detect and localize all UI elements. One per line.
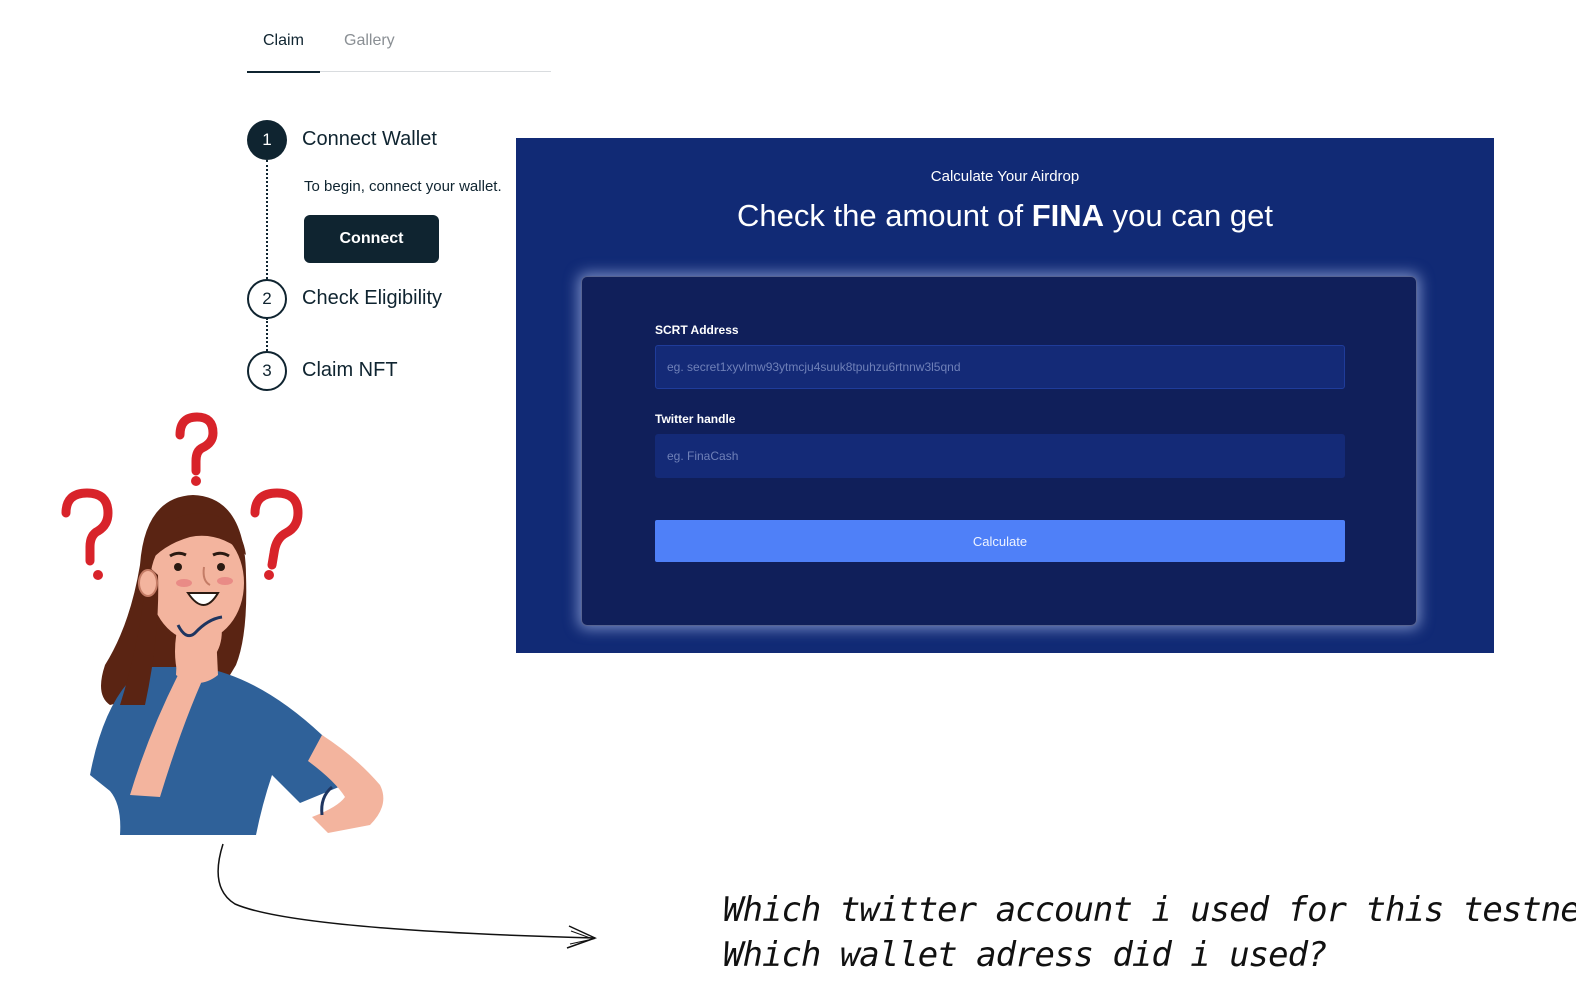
airdrop-panel: Calculate Your Airdrop Check the amount … [516, 138, 1494, 653]
step-connector [266, 160, 268, 279]
annotation-line-2: Which wallet adress did i used? [723, 935, 1328, 975]
panel-eyebrow: Calculate Your Airdrop [930, 168, 1080, 185]
headline-token: FINA [1031, 198, 1105, 233]
step-1-indicator: 1 [247, 120, 287, 160]
annotation-line-1: Which twitter account i used for this te… [723, 890, 1576, 930]
tab-gallery[interactable]: Gallery [344, 32, 395, 50]
question-mark-icon [61, 488, 113, 580]
question-mark-icon [250, 488, 303, 580]
calculate-button[interactable]: Calculate [655, 520, 1345, 562]
calculator-card: SCRT Address Twitter handle Calculate [581, 276, 1417, 626]
confused-woman-illustration [61, 412, 384, 835]
panel-headline: Check the amount of FINA you can get [516, 198, 1494, 234]
headline-prefix: Check the amount of [737, 198, 1024, 233]
headline-suffix: you can get [1112, 198, 1273, 233]
step-1-label: Connect Wallet [302, 128, 437, 150]
twitter-handle-label: Twitter handle [655, 412, 736, 426]
step-3-label: Claim NFT [302, 359, 398, 381]
step-2-label: Check Eligibility [302, 287, 443, 309]
connect-description: To begin, connect your wallet. [304, 178, 502, 195]
scrt-address-label: SCRT Address [655, 323, 739, 337]
step-connector [266, 318, 268, 351]
scrt-address-input[interactable] [655, 345, 1345, 389]
tab-claim[interactable]: Claim [263, 32, 304, 50]
tab-bar: Claim Gallery [247, 18, 551, 73]
step-2-indicator: 2 [247, 279, 287, 319]
active-tab-indicator [247, 71, 320, 73]
connect-wallet-button[interactable]: Connect [304, 215, 439, 263]
step-3-indicator: 3 [247, 351, 287, 391]
question-mark-icon [175, 412, 218, 486]
twitter-handle-input[interactable] [655, 434, 1345, 478]
arrow-icon [217, 843, 597, 949]
